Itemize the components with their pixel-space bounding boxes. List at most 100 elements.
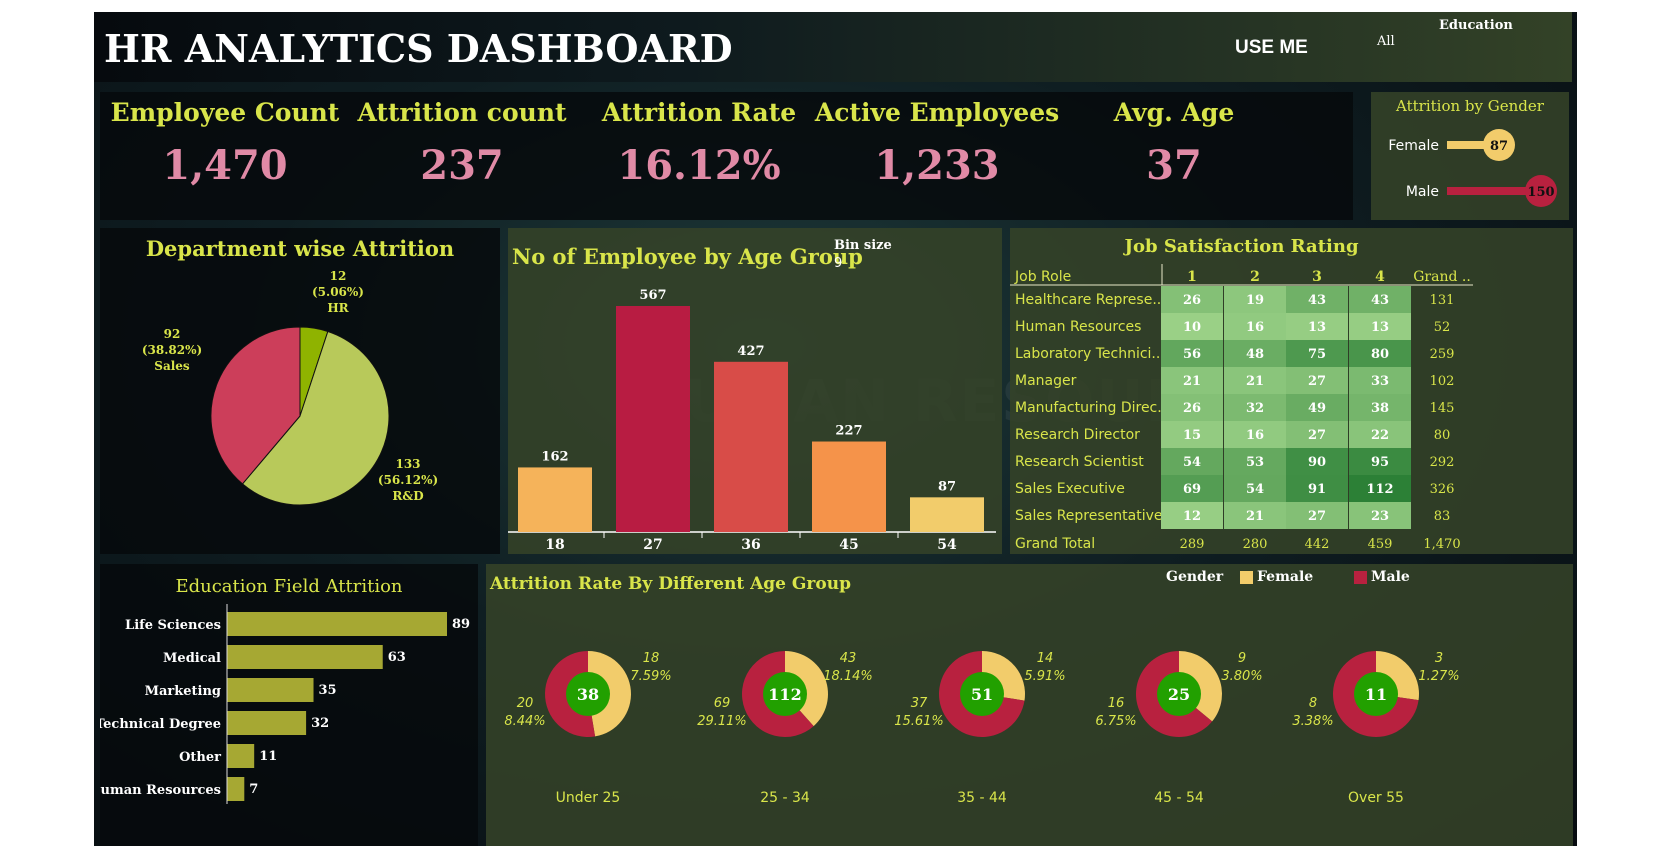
education-bar — [227, 711, 307, 735]
use-me-button[interactable]: USE ME — [1235, 37, 1308, 59]
grand-total-label: Grand Total — [1015, 536, 1095, 552]
age-group-label: Over 55 — [1348, 790, 1404, 806]
education-value: 11 — [259, 749, 277, 764]
kpi-value: 237 — [420, 142, 504, 189]
education-label: Life Sciences — [125, 618, 221, 633]
table-header-rating: 1 — [1187, 269, 1197, 285]
table-header-rating: 2 — [1250, 269, 1260, 285]
age-bar-value: 427 — [737, 344, 764, 359]
row-total-value: 145 — [1430, 401, 1455, 416]
male-pct-label: 8.44% — [504, 714, 545, 729]
gender-label: Male — [1406, 184, 1439, 200]
education-label: Technical Degree — [100, 717, 221, 732]
heat-cell-value: 53 — [1246, 455, 1264, 470]
grand-total-value: 459 — [1368, 537, 1393, 552]
dashboard: HUMAN RESOURCES HR ANALYTICS DASHBOARD U… — [94, 12, 1577, 846]
male-count-label: 69 — [714, 696, 731, 711]
kpi-value: 1,233 — [874, 142, 1000, 189]
education-bar — [227, 777, 245, 801]
grand-total-value: 280 — [1243, 537, 1268, 552]
gender-attrition-panel: Attrition by Gender Female 87 Male 150 — [1371, 92, 1569, 220]
row-total-value: 326 — [1430, 482, 1455, 497]
age-tick-label: 45 — [839, 537, 858, 553]
age-bar — [812, 441, 886, 532]
grand-total-value: 442 — [1305, 537, 1330, 552]
donut-total: 11 — [1365, 685, 1387, 704]
male-pct-label: 6.75% — [1095, 714, 1136, 729]
female-count-label: 43 — [840, 651, 857, 666]
age-tick-label: 54 — [937, 537, 957, 553]
table-header-jobrole: Job Role — [1014, 269, 1071, 285]
pie-category-label: Sales — [154, 359, 190, 373]
education-label: Other — [179, 750, 221, 765]
heat-cell-value: 27 — [1308, 509, 1326, 524]
heat-cell-value: 80 — [1371, 347, 1389, 362]
age-group-panel: No of Employee by Age Group Bin size 9 1… — [508, 228, 1002, 554]
table-row-label: Healthcare Represe.. — [1015, 292, 1161, 308]
header-bar: HR ANALYTICS DASHBOARD USE ME Education … — [94, 12, 1572, 82]
heat-cell-value: 23 — [1371, 509, 1389, 524]
heat-cell-value: 48 — [1246, 347, 1264, 362]
education-value: 35 — [319, 683, 337, 698]
heat-cell-value: 95 — [1371, 455, 1389, 470]
heat-cell-value: 69 — [1183, 482, 1201, 497]
heat-cell-value: 13 — [1371, 320, 1389, 335]
age-group-bar-chart: 162 18 567 27 427 36 227 45 87 54 — [508, 288, 996, 553]
age-group-label: 25 - 34 — [760, 790, 810, 806]
education-bar-chart: Life Sciences 89 Medical 63 Marketing 35 Techn… — [100, 604, 470, 804]
donut-total: 38 — [577, 685, 599, 704]
table-row-label: Sales Representative — [1015, 508, 1163, 524]
heat-cell-value: 54 — [1183, 455, 1201, 470]
table-header-rating: 3 — [1312, 269, 1322, 285]
attrition-age-donuts: 38187.59%208.44%Under 251124318.14%6929.… — [504, 651, 1460, 806]
heat-cell-value: 16 — [1246, 428, 1264, 443]
education-filter-select[interactable]: All — [1377, 34, 1395, 49]
heat-cell-value: 91 — [1308, 482, 1326, 497]
table-row-label: Sales Executive — [1015, 481, 1125, 497]
female-count-label: 18 — [643, 651, 660, 666]
male-pct-label: 29.11% — [697, 714, 747, 729]
row-total-value: 52 — [1434, 320, 1451, 335]
male-count-label: 20 — [517, 696, 534, 711]
donut-total: 51 — [971, 685, 993, 704]
table-header-total: Grand .. — [1413, 269, 1471, 285]
female-pct-label: 5.91% — [1024, 669, 1065, 684]
age-group-label: 45 - 54 — [1154, 790, 1204, 806]
female-pct-label: 18.14% — [823, 669, 873, 684]
heat-cell-value: 112 — [1366, 482, 1393, 497]
age-bar — [910, 497, 984, 532]
row-total-value: 102 — [1430, 374, 1455, 389]
heat-cell-value: 21 — [1183, 374, 1201, 389]
heat-cell-value: 54 — [1246, 482, 1264, 497]
kpi-label: Attrition Rate — [601, 98, 797, 127]
kpi-panel: Employee Count 1,470 Attrition count 237… — [100, 92, 1353, 220]
heat-cell-value: 10 — [1183, 320, 1201, 335]
male-pct-label: 3.38% — [1292, 714, 1333, 729]
education-value: 63 — [388, 650, 406, 665]
pie-value-label: 133 — [395, 457, 420, 471]
age-bar-value: 162 — [541, 449, 568, 464]
pie-value-label: 12 — [330, 269, 347, 283]
age-tick-label: 36 — [741, 537, 760, 553]
heat-cell-value: 15 — [1183, 428, 1201, 443]
heat-cell-value: 12 — [1183, 509, 1201, 524]
male-count-label: 37 — [911, 696, 928, 711]
female-count-label: 14 — [1037, 651, 1054, 666]
heat-cell-value: 49 — [1308, 401, 1326, 416]
education-value: 32 — [311, 716, 329, 731]
gender-value: 87 — [1490, 139, 1508, 154]
age-group-label: 35 - 44 — [957, 790, 1007, 806]
female-count-label: 9 — [1238, 651, 1246, 666]
pie-category-label: R&D — [392, 489, 423, 503]
pie-percent-label: (38.82%) — [142, 343, 202, 357]
table-row-label: Laboratory Technici.. — [1015, 346, 1160, 362]
education-label: Human Resources — [100, 783, 221, 798]
age-bar — [616, 306, 690, 532]
age-bar-value: 567 — [639, 288, 666, 303]
heat-cell-value: 75 — [1308, 347, 1326, 362]
attrition-age-panel: Attrition Rate By Different Age Group Ge… — [486, 564, 1573, 846]
row-total-value: 292 — [1430, 455, 1455, 470]
heat-cell-value: 27 — [1308, 374, 1326, 389]
gender-label: Female — [1388, 138, 1439, 154]
heat-cell-value: 21 — [1246, 374, 1264, 389]
